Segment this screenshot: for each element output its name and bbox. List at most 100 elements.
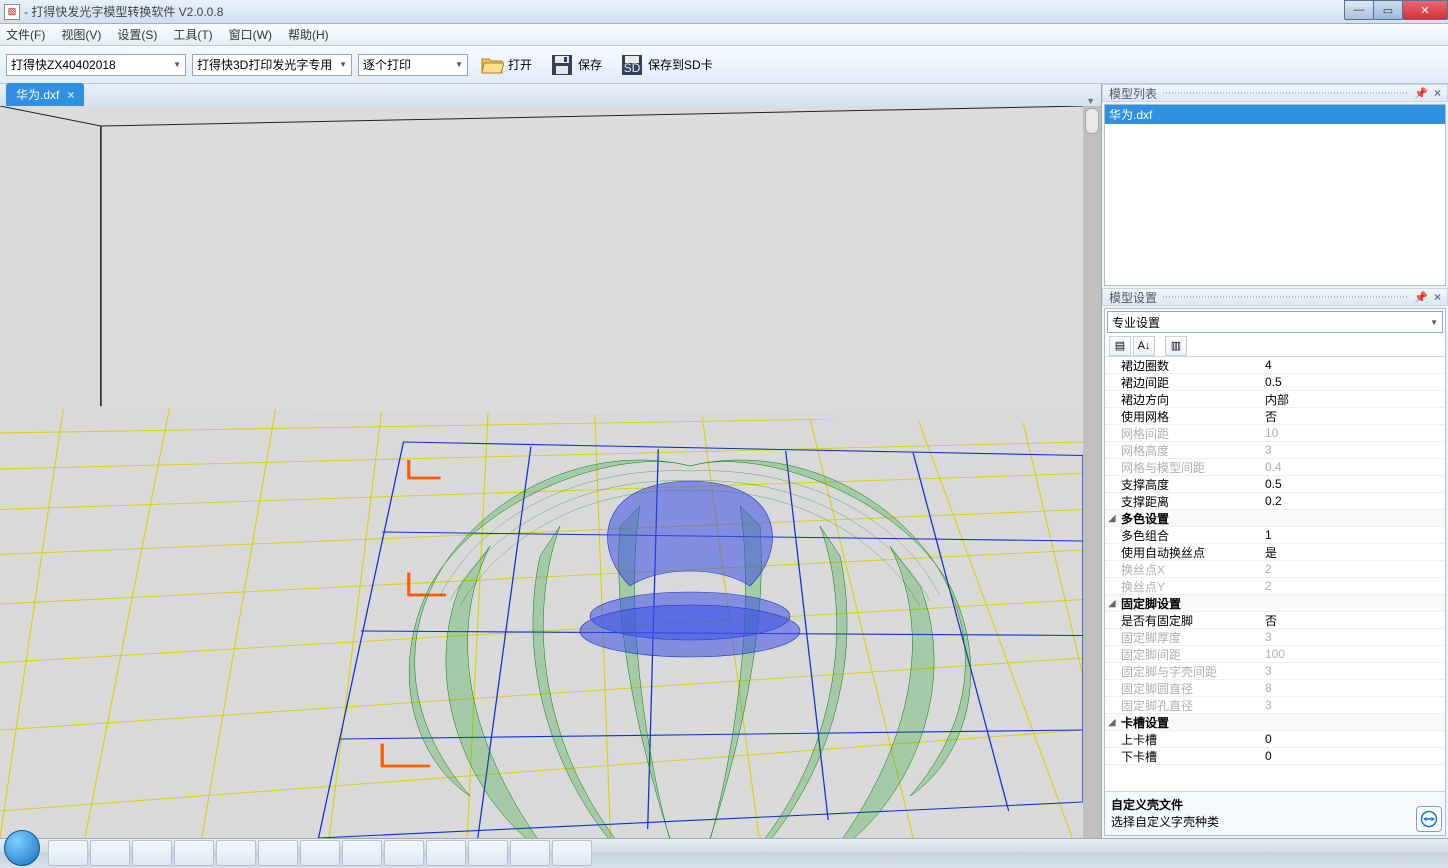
property-row[interactable]: 固定脚孔直径3	[1105, 697, 1445, 714]
panel-close-icon[interactable]: ×	[1434, 86, 1441, 100]
printer-combo[interactable]: 打得快ZX40402018▼	[6, 54, 186, 76]
property-pages-icon[interactable]: ▥	[1165, 336, 1187, 356]
property-value[interactable]: 0.2	[1261, 494, 1445, 508]
property-row[interactable]: 是否有固定脚否	[1105, 612, 1445, 629]
title-bar: ▧ - 打得快发光字模型转换软件 V2.0.0.8 — ▭ ✕	[0, 0, 1448, 24]
property-value[interactable]: 0.5	[1261, 477, 1445, 491]
settings-mode-combo[interactable]: 专业设置▼	[1107, 311, 1443, 333]
property-value[interactable]: 0	[1261, 749, 1445, 763]
start-button[interactable]	[4, 830, 40, 866]
property-label: 使用自动换丝点	[1119, 544, 1261, 561]
property-description: 自定义壳文件 选择自定义字壳种类	[1105, 791, 1445, 835]
taskbar[interactable]	[0, 838, 1448, 868]
profile-combo[interactable]: 打得快3D打印发光字专用 ▼	[192, 54, 352, 76]
property-row[interactable]: 支撑高度0.5	[1105, 476, 1445, 493]
categorized-icon[interactable]: ▤	[1109, 336, 1131, 356]
task-item[interactable]	[426, 840, 466, 866]
panel-close-icon[interactable]: ×	[1434, 290, 1441, 304]
sort-alpha-icon[interactable]: A↓	[1133, 336, 1155, 356]
document-tab[interactable]: 华为.dxf ×	[6, 83, 84, 106]
pin-icon[interactable]: 📌	[1414, 291, 1428, 304]
property-row[interactable]: 多色组合1	[1105, 527, 1445, 544]
property-row[interactable]: 固定脚与字壳间距3	[1105, 663, 1445, 680]
property-value[interactable]: 是	[1261, 544, 1445, 561]
menu-help[interactable]: 帮助(H)	[288, 26, 329, 43]
task-item[interactable]	[552, 840, 592, 866]
property-value[interactable]: 1	[1261, 528, 1445, 542]
scroll-handle[interactable]	[1085, 108, 1099, 134]
task-item[interactable]	[174, 840, 214, 866]
task-item[interactable]	[132, 840, 172, 866]
property-row[interactable]: 支撑距离0.2	[1105, 493, 1445, 510]
property-row[interactable]: 换丝点X2	[1105, 561, 1445, 578]
task-item[interactable]	[48, 840, 88, 866]
property-group[interactable]: ◢多色设置	[1105, 510, 1445, 527]
property-row[interactable]: 上卡槽0	[1105, 731, 1445, 748]
property-value: 2	[1261, 579, 1445, 593]
model-list-item[interactable]: 华为.dxf	[1105, 105, 1445, 124]
settings-mode-value: 专业设置	[1112, 314, 1160, 331]
property-value[interactable]: 否	[1261, 612, 1445, 629]
print-mode-combo[interactable]: 逐个打印▼	[358, 54, 468, 76]
task-item[interactable]	[510, 840, 550, 866]
property-row[interactable]: 固定脚圆直径8	[1105, 680, 1445, 697]
menu-file[interactable]: 文件(F)	[6, 26, 45, 43]
menu-settings[interactable]: 设置(S)	[117, 26, 157, 43]
property-row[interactable]: 使用自动换丝点是	[1105, 544, 1445, 561]
expand-icon[interactable]: ◢	[1105, 513, 1119, 524]
property-group[interactable]: ◢卡槽设置	[1105, 714, 1445, 731]
property-row[interactable]: 换丝点Y2	[1105, 578, 1445, 595]
property-value[interactable]: 4	[1261, 358, 1445, 372]
sd-card-icon: SD	[620, 53, 644, 77]
menu-view[interactable]: 视图(V)	[61, 26, 101, 43]
right-sidebar: 模型列表 📌 × 华为.dxf 模型设置 📌 × 专业设置▼ ▤ A↓ ▥ 裙边…	[1102, 84, 1448, 838]
property-row[interactable]: 使用网格否	[1105, 408, 1445, 425]
task-item[interactable]	[384, 840, 424, 866]
open-label: 打开	[508, 56, 532, 73]
viewport-panel: 华为.dxf × ▼	[0, 84, 1102, 838]
property-grid[interactable]: 裙边圈数4裙边间距0.5裙边方向内部使用网格否网格间距10网格高度3网格与模型间…	[1105, 357, 1445, 791]
task-item[interactable]	[90, 840, 130, 866]
property-row[interactable]: 裙边间距0.5	[1105, 374, 1445, 391]
viewport-3d[interactable]	[0, 106, 1083, 838]
property-row[interactable]: 网格间距10	[1105, 425, 1445, 442]
property-value[interactable]: 内部	[1261, 391, 1445, 408]
maximize-button[interactable]: ▭	[1373, 0, 1403, 20]
menu-tools[interactable]: 工具(T)	[173, 26, 212, 43]
property-label: 换丝点X	[1119, 561, 1261, 578]
chevron-down-icon: ▼	[339, 60, 347, 69]
property-value[interactable]: 否	[1261, 408, 1445, 425]
property-row[interactable]: 裙边圈数4	[1105, 357, 1445, 374]
property-row[interactable]: 固定脚厚度3	[1105, 629, 1445, 646]
minimize-button[interactable]: —	[1344, 0, 1374, 20]
save-sd-button[interactable]: SD 保存到SD卡	[614, 50, 719, 80]
task-item[interactable]	[342, 840, 382, 866]
menu-window[interactable]: 窗口(W)	[229, 26, 272, 43]
open-button[interactable]: 打开	[474, 50, 538, 80]
task-item[interactable]	[468, 840, 508, 866]
profile-value: 打得快3D打印发光字专用	[197, 56, 332, 73]
toolbar: 打得快ZX40402018▼ 打得快3D打印发光字专用 ▼ 逐个打印▼ 打开 保存…	[0, 46, 1448, 84]
property-row[interactable]: 网格高度3	[1105, 442, 1445, 459]
property-label: 上卡槽	[1119, 731, 1261, 748]
expand-icon[interactable]: ◢	[1105, 717, 1119, 728]
property-value[interactable]: 0.5	[1261, 375, 1445, 389]
tab-overflow-icon[interactable]: ▼	[1086, 96, 1095, 106]
property-value[interactable]: 0	[1261, 732, 1445, 746]
property-group[interactable]: ◢固定脚设置	[1105, 595, 1445, 612]
tab-close-icon[interactable]: ×	[67, 88, 74, 102]
close-button[interactable]: ✕	[1402, 0, 1448, 20]
property-row[interactable]: 裙边方向内部	[1105, 391, 1445, 408]
property-label: 固定脚孔直径	[1119, 697, 1261, 714]
expand-icon[interactable]: ◢	[1105, 598, 1119, 609]
task-item[interactable]	[216, 840, 256, 866]
property-row[interactable]: 固定脚间距100	[1105, 646, 1445, 663]
save-button[interactable]: 保存	[544, 50, 608, 80]
pin-icon[interactable]: 📌	[1414, 87, 1428, 100]
model-list[interactable]: 华为.dxf	[1104, 104, 1446, 286]
property-row[interactable]: 下卡槽0	[1105, 748, 1445, 765]
task-item[interactable]	[258, 840, 298, 866]
property-row[interactable]: 网格与模型间距0.4	[1105, 459, 1445, 476]
teamviewer-icon[interactable]	[1416, 806, 1442, 832]
task-item[interactable]	[300, 840, 340, 866]
